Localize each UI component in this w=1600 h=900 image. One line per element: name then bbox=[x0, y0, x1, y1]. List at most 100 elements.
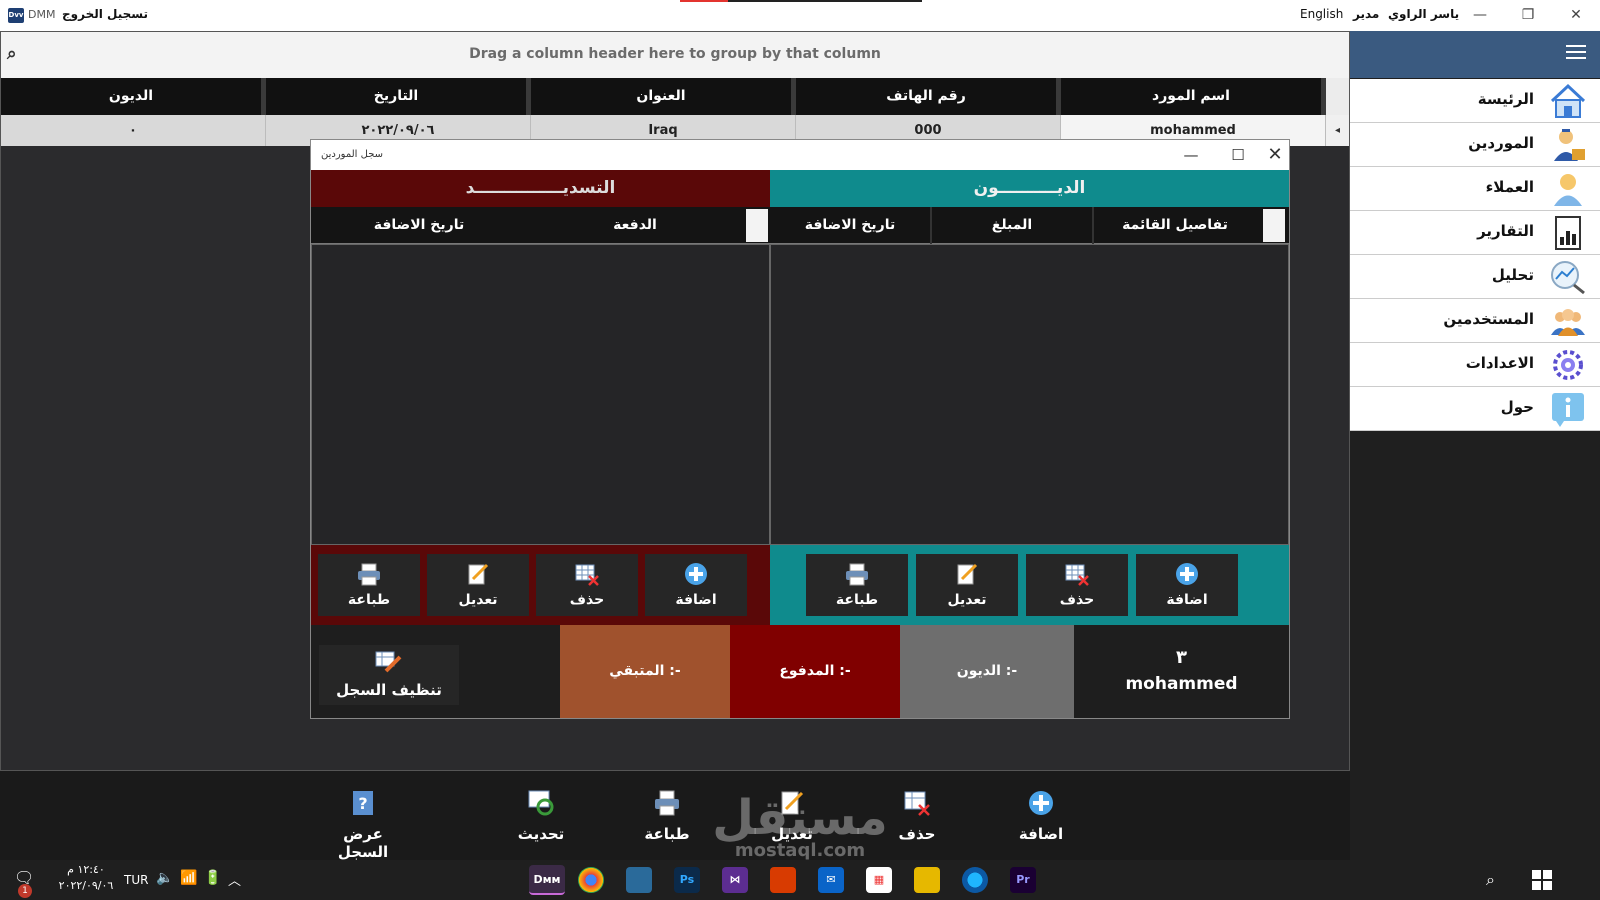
add-icon bbox=[1176, 563, 1198, 585]
sidebar: الرئيسة الموردين العملاء التقارير تحليل … bbox=[1350, 31, 1600, 860]
sidebar-item-home[interactable]: الرئيسة bbox=[1350, 79, 1600, 123]
language-switch[interactable]: English bbox=[1300, 7, 1343, 21]
office-icon[interactable] bbox=[770, 867, 796, 893]
supplier-name: mohammed bbox=[1125, 674, 1238, 694]
tool-app-icon[interactable] bbox=[626, 867, 652, 893]
grid-header-row: الديون التاريخ العنوان رقم الهاتف اسم ال… bbox=[1, 78, 1349, 115]
sidebar-item-reports[interactable]: التقارير bbox=[1350, 211, 1600, 255]
delete-table-icon bbox=[904, 791, 930, 816]
windows-start-icon[interactable] bbox=[1532, 870, 1552, 890]
restore-icon[interactable]: ❐ bbox=[1508, 4, 1548, 26]
supplier-log-dialog: سجل الموردين — ☐ ✕ التسديـــــــــــــــ… bbox=[310, 139, 1290, 719]
print-button[interactable]: طباعة bbox=[622, 789, 712, 849]
debts-columns: تاريخ الاضافة المبلغ تفاصيل القائمة bbox=[770, 207, 1289, 244]
sidebar-item-label: العملاء bbox=[1485, 178, 1534, 196]
help-book-icon: ? bbox=[353, 791, 373, 815]
logout-link[interactable]: تسجيل الخروج bbox=[62, 7, 148, 21]
tray-expand-icon[interactable]: ︿ bbox=[228, 870, 241, 889]
sidebar-item-settings[interactable]: الاعدادات bbox=[1350, 343, 1600, 387]
payments-delete-button[interactable]: حذف bbox=[536, 554, 638, 616]
visual-studio-icon[interactable]: ⋈ bbox=[722, 867, 748, 893]
sidebar-item-suppliers[interactable]: الموردين bbox=[1350, 123, 1600, 167]
sidebar-item-customers[interactable]: العملاء bbox=[1350, 167, 1600, 211]
minimize-icon[interactable]: — bbox=[1460, 4, 1500, 26]
column-header-payment-date[interactable]: تاريخ الاضافة bbox=[311, 207, 527, 244]
payments-add-button[interactable]: اضافة bbox=[645, 554, 747, 616]
cell-debt: ٠ bbox=[1, 115, 266, 146]
debts-actions: طباعة تعديل حذف اضافة bbox=[770, 545, 1289, 625]
refresh-button[interactable]: تحديث bbox=[496, 789, 586, 849]
payments-print-button[interactable]: طباعة bbox=[318, 554, 420, 616]
debts-add-button[interactable]: اضافة bbox=[1136, 554, 1238, 616]
network-icon[interactable]: 📶 bbox=[180, 870, 197, 886]
payments-list[interactable] bbox=[311, 244, 770, 545]
sidebar-item-label: المستخدمين bbox=[1443, 310, 1534, 328]
app-short-name: DMM bbox=[28, 8, 56, 21]
group-hint: Drag a column header here to group by th… bbox=[469, 46, 881, 62]
add-button[interactable]: اضافة bbox=[996, 789, 1086, 849]
sidebar-item-about[interactable]: حول bbox=[1350, 387, 1600, 431]
file-explorer-icon[interactable] bbox=[914, 867, 940, 893]
column-header-payment[interactable]: الدفعة bbox=[527, 207, 743, 244]
group-by-panel[interactable]: ⌕ Drag a column header here to group by … bbox=[1, 32, 1349, 78]
menu-toggle[interactable] bbox=[1350, 31, 1600, 78]
refresh-icon bbox=[528, 790, 554, 816]
sidebar-item-label: الرئيسة bbox=[1477, 90, 1534, 108]
view-log-button[interactable]: ? عرض السجل bbox=[318, 789, 408, 861]
payments-edit-button[interactable]: تعديل bbox=[427, 554, 529, 616]
mail-icon[interactable]: ✉ bbox=[818, 867, 844, 893]
column-header-date[interactable]: التاريخ bbox=[266, 78, 531, 115]
row-indicator-icon: ◂ bbox=[1326, 115, 1349, 146]
debts-print-button[interactable]: طباعة bbox=[806, 554, 908, 616]
dialog-title: سجل الموردين bbox=[321, 149, 384, 160]
payments-header: التسديـــــــــــــــد bbox=[311, 170, 770, 207]
edit-icon bbox=[468, 563, 489, 585]
remaining-box: المتبقي :- bbox=[560, 625, 730, 718]
sidebar-item-users[interactable]: المستخدمين bbox=[1350, 299, 1600, 343]
hamburger-icon[interactable] bbox=[1566, 45, 1586, 63]
volume-icon[interactable]: 🔈 bbox=[156, 870, 173, 886]
edit-icon bbox=[957, 563, 978, 585]
analysis-icon bbox=[1551, 261, 1585, 295]
debts-delete-button[interactable]: حذف bbox=[1026, 554, 1128, 616]
close-icon[interactable]: ✕ bbox=[1556, 4, 1596, 26]
battery-icon[interactable]: 🔋 bbox=[204, 870, 221, 886]
column-header-phone[interactable]: رقم الهاتف bbox=[796, 78, 1061, 115]
edit-label: تعديل bbox=[458, 592, 498, 608]
search-icon[interactable]: ⌕ bbox=[1486, 870, 1495, 890]
supplier-summary: ٣ mohammed bbox=[1074, 625, 1289, 718]
dmm-app-icon[interactable]: Dмм bbox=[529, 865, 565, 895]
column-header-amount[interactable]: المبلغ bbox=[932, 207, 1094, 244]
supplier-number: ٣ bbox=[1176, 647, 1187, 668]
debts-list[interactable] bbox=[770, 244, 1289, 545]
watermark: مستقل mostaql.com bbox=[700, 790, 900, 870]
input-language[interactable]: TUR bbox=[124, 873, 148, 887]
sidebar-item-label: حول bbox=[1500, 398, 1534, 416]
sidebar-item-label: تحليل bbox=[1491, 266, 1534, 284]
window-titlebar: Dvv DMM تسجيل الخروج English مدير ياسر ا… bbox=[0, 0, 1600, 31]
edge-icon[interactable] bbox=[962, 867, 988, 893]
column-header-address[interactable]: العنوان bbox=[531, 78, 796, 115]
photoshop-icon[interactable]: Ps bbox=[674, 867, 700, 893]
column-header-details[interactable]: تفاصيل القائمة bbox=[1094, 207, 1256, 244]
sidebar-item-analysis[interactable]: تحليل bbox=[1350, 255, 1600, 299]
reports-icon bbox=[1555, 216, 1581, 250]
print-label: طباعة bbox=[644, 825, 690, 843]
column-header-debt-date[interactable]: تاريخ الاضافة bbox=[770, 207, 932, 244]
watermark-ar: مستقل bbox=[712, 790, 888, 846]
debts-edit-button[interactable]: تعديل bbox=[916, 554, 1018, 616]
premiere-icon[interactable]: Pr bbox=[1010, 867, 1036, 893]
taskbar: 🗨 1 ١٢:٤٠ م ٢٠٢٢/٠٩/٠٦ TUR 🔈 📶 🔋 ︿ Dмм P… bbox=[0, 860, 1600, 900]
add-label: اضافة bbox=[1166, 592, 1208, 608]
titlebar-accent bbox=[680, 0, 728, 2]
store-icon[interactable]: ▦ bbox=[866, 867, 892, 893]
dialog-minimize-icon[interactable]: — bbox=[1171, 144, 1211, 166]
add-label: اضافة bbox=[675, 592, 717, 608]
clock-date[interactable]: ٢٠٢٢/٠٩/٠٦ bbox=[56, 879, 116, 892]
clock-time[interactable]: ١٢:٤٠ م bbox=[56, 863, 116, 876]
chrome-icon[interactable] bbox=[578, 867, 604, 893]
column-header-supplier[interactable]: اسم المورد bbox=[1061, 78, 1326, 115]
dialog-close-icon[interactable]: ✕ bbox=[1245, 144, 1305, 166]
clean-log-button[interactable]: تنظيف السجل bbox=[319, 645, 459, 705]
column-header-debts[interactable]: الديون bbox=[1, 78, 266, 115]
